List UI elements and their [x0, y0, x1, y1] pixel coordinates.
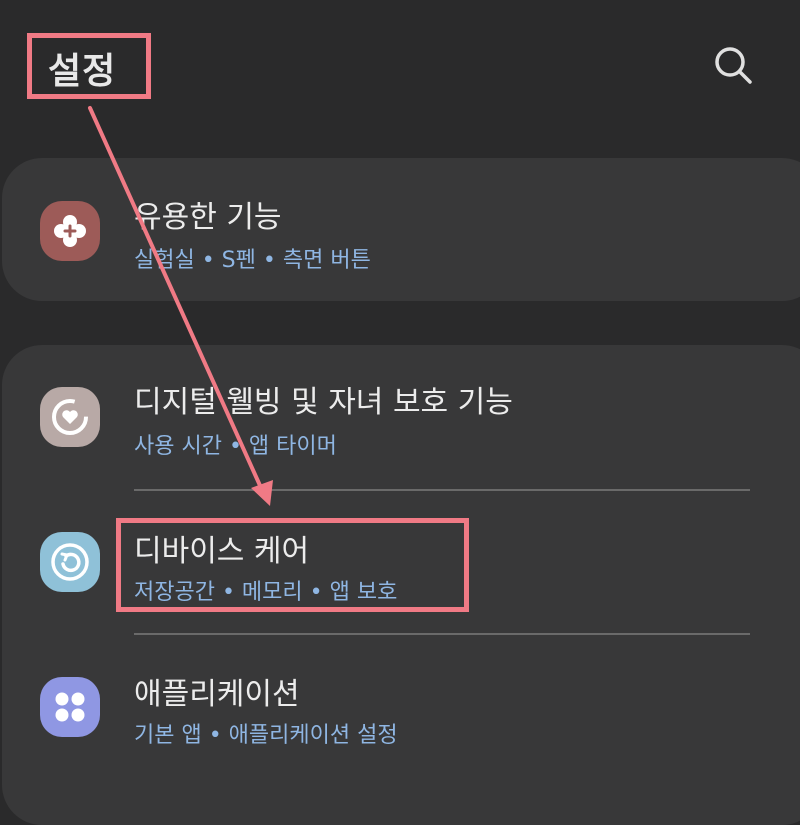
item-subtitle: 실험실 • S펜 • 측면 버튼 — [134, 248, 371, 273]
divider — [134, 489, 750, 491]
search-button[interactable] — [708, 40, 760, 92]
list-item-useful-features[interactable]: 유용한 기능 실험실 • S펜 • 측면 버튼 — [0, 158, 800, 301]
item-title: 애플리케이션 — [134, 677, 300, 712]
refresh-care-icon — [40, 532, 100, 592]
list-item-digital-wellbeing[interactable]: 디지털 웰빙 및 자녀 보호 기능 사용 시간 • 앱 타이머 — [0, 365, 800, 485]
device-care-highlight-box — [116, 518, 469, 612]
plus-flower-icon — [40, 201, 100, 261]
heart-ring-icon — [40, 387, 100, 447]
search-icon — [715, 47, 752, 84]
page-title: 설정 — [48, 51, 117, 92]
divider — [134, 633, 750, 635]
item-subtitle: 사용 시간 • 앱 타이머 — [134, 434, 337, 459]
apps-grid-icon — [40, 677, 100, 737]
item-subtitle: 기본 앱 • 애플리케이션 설정 — [134, 723, 398, 748]
item-title: 유용한 기능 — [134, 200, 282, 235]
item-title: 디지털 웰빙 및 자녀 보호 기능 — [134, 385, 513, 420]
list-item-applications[interactable]: 애플리케이션 기본 앱 • 애플리케이션 설정 — [0, 655, 800, 775]
